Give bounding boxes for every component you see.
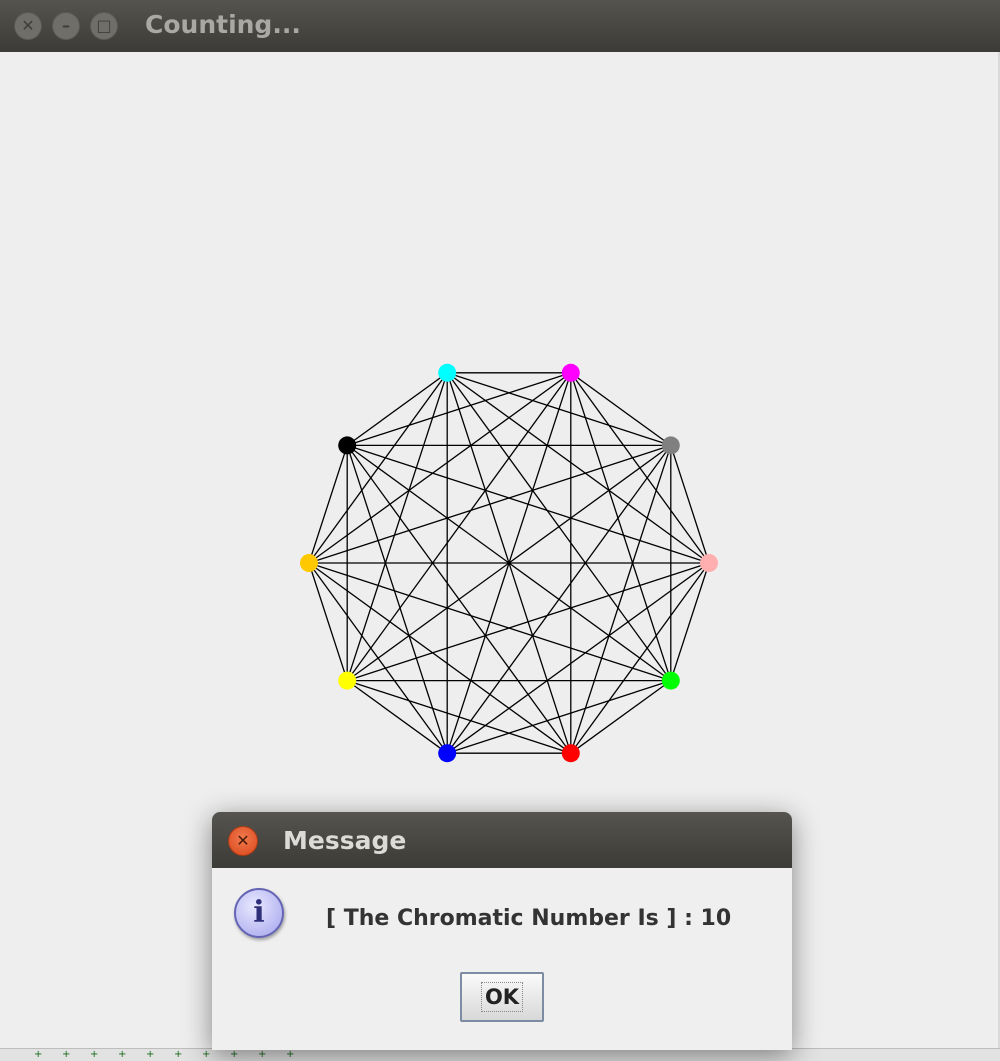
vertex-gray <box>661 436 680 455</box>
window-minimize-button[interactable]: – <box>52 12 80 40</box>
vertex-red <box>561 744 580 763</box>
tick-mark: + <box>146 1049 155 1060</box>
dialog-title: Message <box>283 826 407 855</box>
dialog-message: [ The Chromatic Number Is ] : 10 <box>326 906 732 931</box>
graph-edge <box>346 372 448 446</box>
graph-edge <box>308 562 672 682</box>
dialog-close-button[interactable]: ✕ <box>228 826 258 856</box>
graph-edge <box>346 679 572 754</box>
tick-mark: + <box>258 1049 267 1060</box>
vertex-pink <box>700 554 718 572</box>
window-maximize-button[interactable]: □ <box>90 12 118 40</box>
graph-edge <box>670 445 710 564</box>
ok-button[interactable]: OK <box>460 972 544 1022</box>
graph-edge <box>670 562 710 681</box>
graph-edge <box>570 445 672 754</box>
ok-button-label: OK <box>480 982 524 1012</box>
tick-mark: + <box>34 1049 43 1060</box>
graph-edge <box>346 372 448 681</box>
close-icon: ✕ <box>236 831 250 850</box>
graph-edge <box>308 372 572 564</box>
graph-edge <box>570 372 672 446</box>
maximize-icon: □ <box>96 16 112 35</box>
graph-edge <box>570 372 672 681</box>
graph-edge <box>446 562 710 754</box>
graph-edge <box>346 372 572 447</box>
window-title: Counting... <box>145 10 301 39</box>
window-close-button[interactable]: ✕ <box>14 12 42 40</box>
graph-edge <box>570 680 672 754</box>
vertex-orange <box>300 554 318 572</box>
tick-mark: + <box>174 1049 183 1060</box>
tick-mark: + <box>62 1049 71 1060</box>
tick-mark: + <box>286 1049 295 1060</box>
graph-edge <box>346 562 710 682</box>
close-icon: ✕ <box>21 16 35 35</box>
vertex-yellow <box>338 671 357 690</box>
graph-edge <box>446 679 672 754</box>
graph-edge <box>346 444 710 564</box>
graph-edge <box>346 445 448 754</box>
tick-mark: + <box>202 1049 211 1060</box>
vertex-magenta <box>561 363 580 382</box>
message-dialog: ✕ Message i [ The Chromatic Number Is ] … <box>212 812 792 1050</box>
minimize-icon: – <box>62 16 70 35</box>
graph-edge <box>308 444 672 564</box>
tick-mark: + <box>90 1049 99 1060</box>
graph-edge <box>308 562 448 754</box>
dialog-titlebar[interactable]: ✕ Message <box>212 812 792 868</box>
graph-edge <box>308 562 572 754</box>
graph-edge <box>446 372 710 564</box>
vertex-black <box>338 436 357 455</box>
graph-edge <box>308 562 348 681</box>
graph-edge <box>308 445 348 564</box>
graph-edge <box>346 680 448 754</box>
graph-edge <box>346 445 572 754</box>
vertex-green <box>661 671 680 690</box>
vertex-cyan <box>438 363 457 382</box>
info-icon: i <box>234 888 284 938</box>
window-titlebar[interactable]: ✕ – □ Counting... <box>0 0 1000 52</box>
vertex-blue <box>438 744 457 763</box>
tick-mark: + <box>230 1049 239 1060</box>
tick-mark: + <box>118 1049 127 1060</box>
